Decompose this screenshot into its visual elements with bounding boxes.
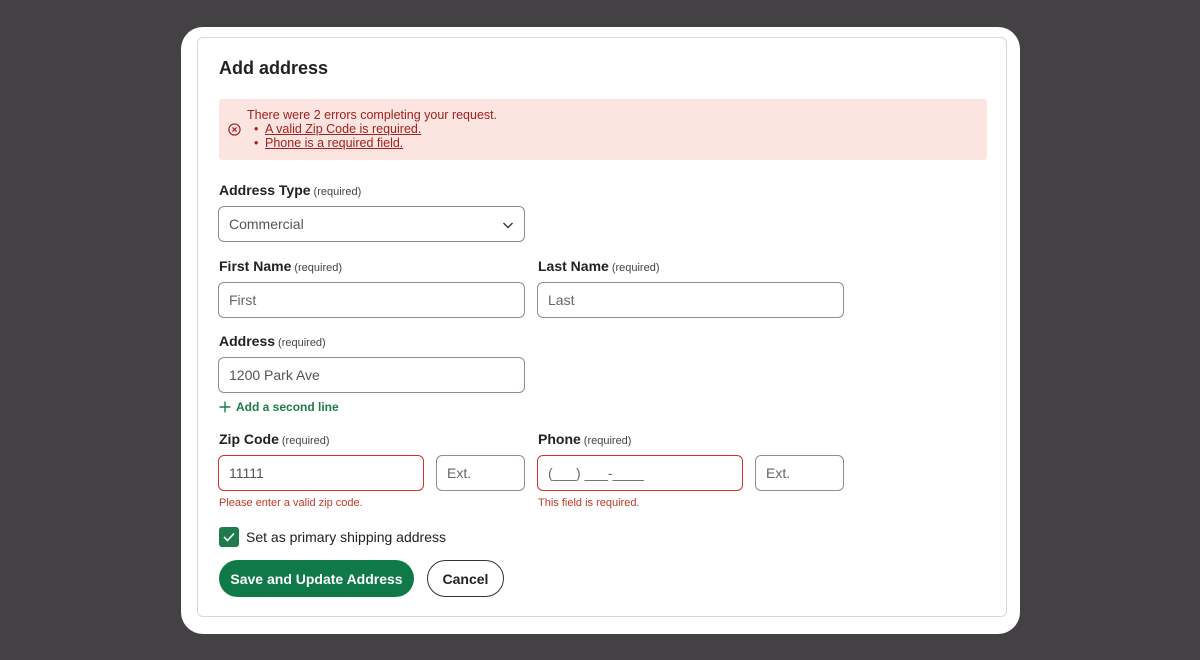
address-type-label-text: Address Type (219, 182, 311, 198)
zip-code-error: Please enter a valid zip code. (219, 497, 363, 509)
first-name-label: First Name (required) (219, 258, 342, 274)
primary-address-checkbox[interactable] (219, 527, 239, 547)
last-name-label-text: Last Name (538, 258, 609, 274)
required-note: (required) (313, 186, 362, 198)
phone-label: Phone (required) (538, 431, 631, 447)
dialog-title: Add address (219, 58, 329, 78)
phone-ext-placeholder: Ext. (766, 465, 791, 481)
address-type-select[interactable]: Commercial (218, 206, 525, 242)
cancel-button[interactable]: Cancel (427, 560, 504, 597)
phone-input[interactable]: (___) ___-____ (537, 455, 743, 491)
first-name-input[interactable]: First (218, 282, 525, 318)
first-name-placeholder: First (229, 292, 257, 308)
address-value: 1200 Park Ave (229, 367, 320, 383)
chevron-down-icon (503, 222, 513, 229)
zip-code-label: Zip Code (required) (219, 431, 330, 447)
zip-ext-input[interactable]: Ext. (436, 455, 525, 491)
add-second-line-link[interactable]: Add a second line (219, 400, 339, 414)
required-note: (required) (278, 337, 326, 349)
zip-code-input[interactable]: 11111 (218, 455, 424, 491)
error-summary-banner: There were 2 errors completing your requ… (219, 99, 987, 160)
last-name-input[interactable]: Last (537, 282, 844, 318)
required-note: (required) (583, 435, 632, 447)
error-circle-x-icon (228, 123, 241, 136)
phone-error-link[interactable]: Phone is a required field. (265, 136, 403, 150)
phone-label-text: Phone (538, 431, 581, 447)
primary-address-label: Set as primary shipping address (246, 529, 446, 545)
required-note: (required) (294, 262, 343, 274)
bullet: • (254, 136, 259, 150)
error-summary-item: • A valid Zip Code is required. (254, 122, 421, 136)
address-type-label: Address Type (required) (219, 182, 361, 198)
add-second-line-label: Add a second line (236, 400, 339, 414)
address-type-value: Commercial (229, 216, 304, 232)
zip-ext-placeholder: Ext. (447, 465, 472, 481)
phone-error: This field is required. (538, 497, 640, 509)
dialog-backdrop-card: Add address There were 2 errors completi… (181, 27, 1020, 634)
last-name-placeholder: Last (548, 292, 575, 308)
add-address-dialog: Add address There were 2 errors completi… (197, 37, 1007, 617)
error-summary-item: • Phone is a required field. (254, 136, 421, 150)
phone-placeholder: (___) ___-____ (548, 465, 644, 481)
phone-ext-input[interactable]: Ext. (755, 455, 844, 491)
save-and-update-button[interactable]: Save and Update Address (219, 560, 414, 597)
zip-error-link[interactable]: A valid Zip Code is required. (265, 122, 421, 136)
required-note: (required) (281, 435, 330, 447)
error-summary-list: • A valid Zip Code is required. • Phone is… (254, 122, 421, 150)
check-icon (223, 532, 235, 542)
first-name-label-text: First Name (219, 258, 292, 274)
address-input[interactable]: 1200 Park Ave (218, 357, 525, 393)
plus-icon (219, 401, 231, 413)
address-label-text: Address (219, 333, 276, 349)
bullet: • (254, 122, 259, 136)
zip-code-value: 11111 (229, 465, 264, 481)
zip-code-label-text: Zip Code (219, 431, 279, 447)
last-name-label: Last Name (required) (538, 258, 660, 274)
required-note: (required) (611, 262, 660, 274)
error-summary-heading: There were 2 errors completing your requ… (247, 108, 498, 122)
address-label: Address (required) (219, 333, 326, 349)
